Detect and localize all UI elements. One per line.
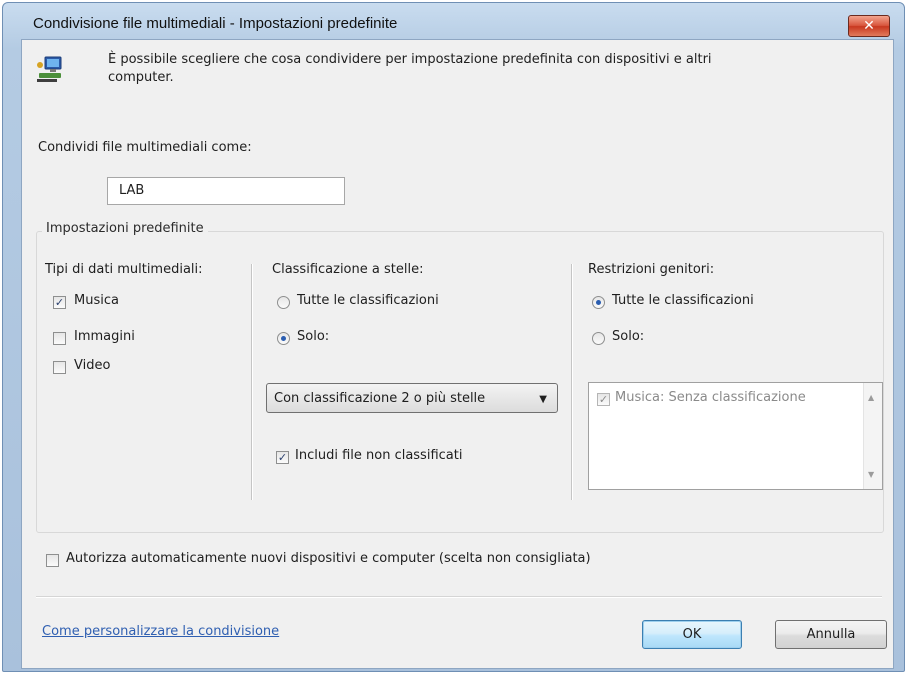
include-unrated-checkbox[interactable]: ✓	[276, 451, 289, 464]
video-checkbox-label[interactable]: Video	[74, 358, 110, 373]
chevron-down-icon: ▼	[539, 394, 547, 405]
star-only-radio-label[interactable]: Solo:	[297, 329, 329, 344]
parental-only-radio[interactable]	[592, 332, 605, 345]
music-unrated-checkbox[interactable]: ✓	[597, 393, 610, 406]
images-checkbox-label[interactable]: Immagini	[74, 329, 135, 344]
images-checkbox[interactable]	[53, 332, 66, 345]
defaults-group-label: Impostazioni predefinite	[42, 221, 208, 236]
share-name-value: LAB	[119, 183, 145, 198]
parental-all-radio[interactable]	[592, 296, 605, 309]
parental-all-radio-label[interactable]: Tutte le classificazioni	[612, 293, 754, 308]
column-separator	[571, 264, 573, 500]
parental-label: Restrizioni genitori:	[588, 262, 715, 277]
auto-authorize-checkbox[interactable]	[46, 554, 59, 567]
share-name-input[interactable]: LAB	[107, 177, 345, 205]
column-separator	[251, 264, 253, 500]
title-bar[interactable]: Condivisione file multimediali - Imposta…	[3, 3, 904, 39]
window-title: Condivisione file multimediali - Imposta…	[33, 15, 398, 32]
star-rating-label: Classificazione a stelle:	[272, 262, 424, 277]
ok-button[interactable]: OK	[642, 620, 742, 649]
music-checkbox-label[interactable]: Musica	[74, 293, 119, 308]
music-checkbox[interactable]: ✓	[53, 296, 66, 309]
star-all-radio-label[interactable]: Tutte le classificazioni	[297, 293, 439, 308]
scroll-up-icon[interactable]: ▲	[868, 393, 874, 402]
video-checkbox[interactable]	[53, 361, 66, 374]
star-rating-dropdown[interactable]: Con classificazione 2 o più stelle ▼	[266, 383, 558, 413]
footer-divider	[36, 596, 882, 598]
auto-authorize-label[interactable]: Autorizza automaticamente nuovi disposit…	[66, 551, 591, 566]
media-types-label: Tipi di dati multimediali:	[45, 262, 203, 277]
intro-text-line1: È possibile scegliere che cosa condivide…	[108, 52, 712, 67]
star-only-radio[interactable]	[277, 332, 290, 345]
star-all-radio[interactable]	[277, 296, 290, 309]
music-unrated-label[interactable]: Musica: Senza classificazione	[615, 390, 806, 405]
close-icon: ✕	[863, 18, 875, 34]
share-as-label: Condividi file multimediali come:	[38, 140, 252, 155]
help-link[interactable]: Come personalizzare la condivisione	[42, 624, 279, 639]
network-computer-icon	[36, 55, 66, 85]
intro-text-line2: computer.	[108, 70, 174, 85]
parental-only-radio-label[interactable]: Solo:	[612, 329, 644, 344]
cancel-button[interactable]: Annulla	[775, 620, 887, 649]
scroll-down-icon[interactable]: ▼	[868, 470, 874, 479]
parental-ratings-list[interactable]: ✓ Musica: Senza classificazione ▲ ▼	[588, 382, 883, 490]
include-unrated-label[interactable]: Includi file non classificati	[295, 448, 462, 463]
dialog-window: Condivisione file multimediali - Imposta…	[2, 2, 905, 672]
dialog-content: È possibile scegliere che cosa condivide…	[21, 39, 894, 669]
list-scrollbar[interactable]: ▲ ▼	[863, 383, 882, 489]
close-button[interactable]: ✕	[848, 15, 890, 37]
star-rating-dropdown-value: Con classificazione 2 o più stelle	[274, 391, 486, 406]
